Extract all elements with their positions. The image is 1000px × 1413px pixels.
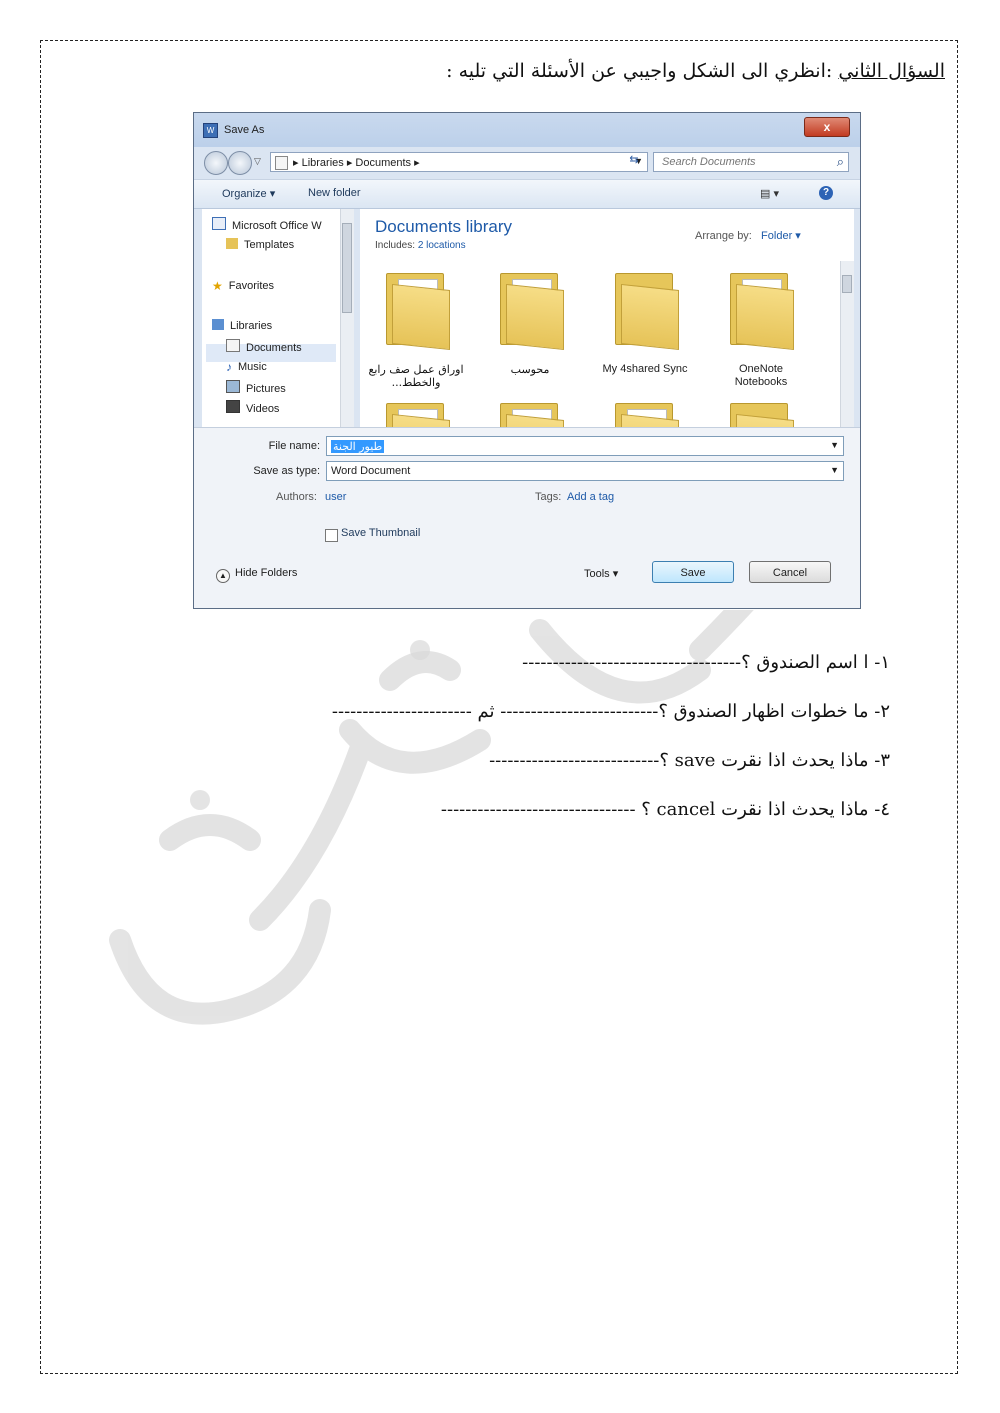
dialog-title: Save As (224, 124, 265, 136)
save-type-value[interactable]: Word Document (331, 465, 410, 477)
library-includes: Includes: 2 locations (375, 240, 466, 251)
save-type-select[interactable]: Word Document ▼ (326, 461, 844, 481)
dialog-titlebar: W Save As x (194, 113, 860, 147)
nav-item-templates[interactable]: Templates (226, 238, 294, 251)
chevron-up-icon: ▲ (216, 569, 230, 583)
file-list-pane: Documents library Includes: 2 locations … (360, 209, 854, 427)
authors-value[interactable]: user (325, 491, 346, 503)
question-2: ٢- ما خطوات اظهار الصندوق ؟-------------… (331, 701, 890, 722)
document-icon (275, 156, 288, 170)
chevron-down-icon[interactable]: ▼ (830, 465, 839, 475)
chevron-down-icon[interactable]: ▽ (254, 156, 261, 167)
help-icon[interactable]: ? (819, 186, 833, 200)
folder-label[interactable]: اوراق عمل صف رابع والخطط... (356, 363, 476, 389)
question-4: ٤- ماذا يحدث اذا نقرت cancel ؟ ---------… (440, 799, 890, 820)
navigation-pane: Microsoft Office W Templates ★ Favorites … (202, 209, 354, 427)
folder-icon[interactable] (490, 267, 570, 351)
nav-item-music[interactable]: ♪ Music (226, 360, 267, 374)
pictures-icon (226, 380, 240, 393)
file-name-field[interactable]: طيور الجنة ▼ (326, 436, 844, 456)
folder-label[interactable]: OneNote Notebooks (722, 363, 800, 389)
folder-icon[interactable] (720, 397, 800, 427)
folder-icon[interactable] (376, 267, 456, 351)
question-1: ١- ا اسم الصندوق ؟----------------------… (522, 652, 890, 673)
folder-icon[interactable] (490, 397, 570, 427)
nav-item-favorites[interactable]: ★ Favorites (212, 279, 274, 293)
save-thumbnail-checkbox[interactable] (325, 529, 338, 542)
heading-text: :انظري الى الشكل واجيبي عن الأسئلة التي … (446, 60, 833, 82)
nav-item-documents[interactable]: Documents (226, 339, 302, 354)
star-icon: ★ (212, 279, 223, 293)
content-scroll-thumb[interactable] (842, 275, 852, 293)
nav-scrollbar[interactable] (340, 209, 354, 427)
document-icon (226, 339, 240, 352)
refresh-icon[interactable]: ⇆ (624, 153, 644, 171)
search-icon[interactable]: ⌕ (837, 154, 844, 170)
view-options-icon[interactable]: ▤ ▾ (760, 187, 779, 200)
question-heading: السؤال الثاني :انظري الى الشكل واجيبي عن… (446, 60, 945, 82)
authors-label: Authors: (276, 491, 317, 503)
nav-item-libraries[interactable]: Libraries (212, 319, 272, 332)
office-icon (212, 217, 226, 230)
content-scrollbar[interactable] (840, 261, 854, 427)
arrange-by-dropdown[interactable]: Folder ▾ (761, 230, 801, 242)
videos-icon (226, 400, 240, 413)
save-as-dialog: W Save As x ▽ ▸ Libraries ▸ Documents ▸ … (193, 112, 861, 609)
breadcrumb[interactable]: ▸ Libraries ▸ Documents ▸ (293, 156, 420, 169)
locations-link[interactable]: 2 locations (418, 240, 466, 251)
cancel-button[interactable]: Cancel (749, 561, 831, 583)
nav-scroll-thumb[interactable] (342, 223, 352, 313)
search-input[interactable] (660, 155, 824, 169)
arrange-by: Arrange by: Folder ▾ (695, 230, 801, 242)
file-name-label: File name: (268, 440, 320, 452)
file-name-value[interactable]: طيور الجنة (331, 440, 385, 453)
folder-icon[interactable] (605, 397, 685, 427)
chevron-down-icon[interactable]: ▼ (830, 440, 839, 450)
folder-icon[interactable] (605, 267, 685, 351)
folder-icon (226, 238, 238, 249)
tags-label: Tags: (535, 491, 562, 503)
word-app-icon: W (203, 123, 218, 138)
folder-icon[interactable] (376, 397, 456, 427)
save-form: File name: طيور الجنة ▼ Save as type: Wo… (194, 427, 860, 608)
search-box[interactable]: ⌕ (653, 152, 849, 172)
save-type-label: Save as type: (253, 465, 320, 477)
save-thumbnail-label[interactable]: Save Thumbnail (341, 527, 420, 539)
save-button[interactable]: Save (652, 561, 734, 583)
new-folder-button[interactable]: New folder (308, 187, 361, 199)
folder-icon[interactable] (720, 267, 800, 351)
forward-button[interactable] (228, 151, 252, 175)
close-button[interactable]: x (804, 117, 850, 137)
library-icon (212, 319, 224, 330)
question-3: ٣- ماذا يحدث اذا نقرت save ؟------------… (489, 750, 890, 771)
nav-item-pictures[interactable]: Pictures (226, 380, 286, 395)
library-title: Documents library (375, 217, 512, 236)
nav-item-videos[interactable]: Videos (226, 400, 279, 415)
nav-item-office[interactable]: Microsoft Office W (212, 217, 322, 232)
heading-label: السؤال الثاني (838, 60, 945, 82)
address-row: ▽ ▸ Libraries ▸ Documents ▸ ▼ ⇆ ⌕ (194, 147, 860, 179)
folder-label[interactable]: My 4shared Sync (585, 363, 705, 376)
address-bar[interactable]: ▸ Libraries ▸ Documents ▸ ▼ (270, 152, 648, 172)
tools-button[interactable]: Tools ▾ (584, 567, 618, 580)
organize-button[interactable]: Organize ▾ (222, 187, 275, 200)
command-toolbar: Organize ▾ New folder ▤ ▾ ? (194, 179, 860, 209)
folder-label[interactable]: محوسب (470, 363, 590, 376)
hide-folders-button[interactable]: ▲ Hide Folders (216, 567, 297, 583)
back-button[interactable] (204, 151, 228, 175)
add-tag-link[interactable]: Add a tag (567, 491, 614, 503)
music-icon: ♪ (226, 360, 232, 374)
